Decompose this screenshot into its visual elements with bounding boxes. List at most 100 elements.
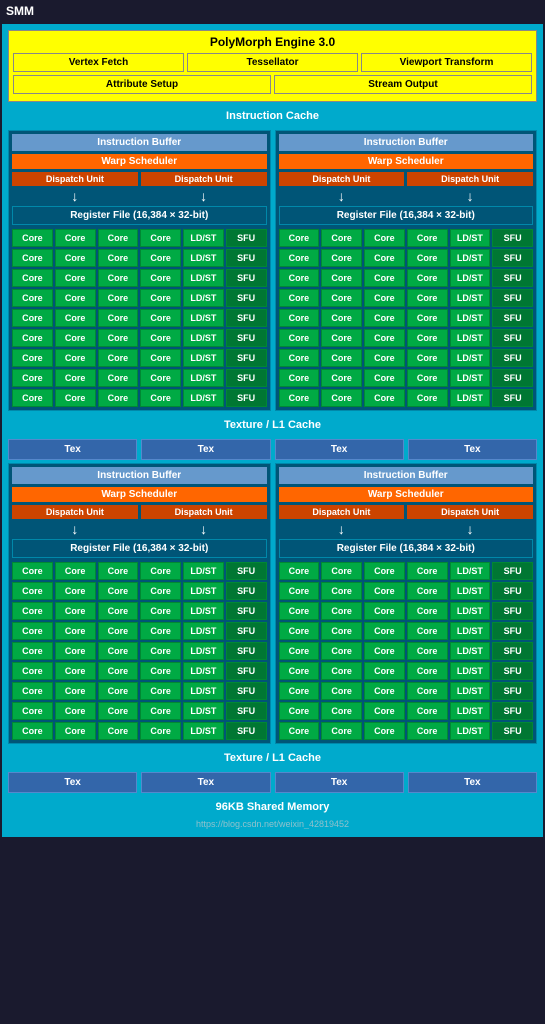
- list-item: LD/ST: [450, 349, 491, 367]
- list-item: Core: [12, 389, 53, 407]
- list-item: LD/ST: [183, 602, 224, 620]
- list-item: Core: [55, 722, 96, 740]
- list-item: LD/ST: [183, 369, 224, 387]
- list-item: Core: [364, 702, 405, 720]
- tex-box-5: Tex: [8, 772, 137, 793]
- list-item: SFU: [492, 369, 533, 387]
- list-item: Core: [98, 329, 139, 347]
- list-item: Core: [98, 582, 139, 600]
- list-item: Core: [55, 622, 96, 640]
- dispatch-unit-right-1: Dispatch Unit: [279, 172, 405, 186]
- watermark: https://blog.csdn.net/weixin_42819452: [8, 817, 537, 831]
- dispatch-unit-br-2: Dispatch Unit: [407, 505, 533, 519]
- list-item: LD/ST: [183, 682, 224, 700]
- instruction-buffer-bottom-right: Instruction Buffer: [279, 467, 534, 484]
- list-item: Core: [98, 642, 139, 660]
- dispatch-row-bottom-right: Dispatch Unit Dispatch Unit: [279, 505, 534, 519]
- list-item: Core: [55, 269, 96, 287]
- list-item: Core: [364, 229, 405, 247]
- list-item: Core: [140, 249, 181, 267]
- viewport-transform-box: Viewport Transform: [361, 53, 532, 72]
- list-item: Core: [364, 582, 405, 600]
- list-item: Core: [98, 562, 139, 580]
- list-item: Core: [407, 249, 448, 267]
- list-item: LD/ST: [183, 622, 224, 640]
- list-item: LD/ST: [450, 369, 491, 387]
- list-item: Core: [98, 369, 139, 387]
- list-item: Core: [321, 249, 362, 267]
- list-item: LD/ST: [183, 722, 224, 740]
- list-item: Core: [279, 269, 320, 287]
- list-item: Core: [321, 622, 362, 640]
- list-item: LD/ST: [183, 662, 224, 680]
- arrow-right-1: ↓: [279, 188, 405, 204]
- list-item: SFU: [492, 309, 533, 327]
- list-item: LD/ST: [450, 329, 491, 347]
- list-item: Core: [12, 582, 53, 600]
- list-item: LD/ST: [183, 389, 224, 407]
- list-item: SFU: [226, 722, 267, 740]
- stream-output-box: Stream Output: [274, 75, 532, 94]
- list-item: Core: [98, 602, 139, 620]
- list-item: SFU: [492, 582, 533, 600]
- list-item: Core: [140, 622, 181, 640]
- list-item: Core: [321, 229, 362, 247]
- list-item: Core: [12, 622, 53, 640]
- list-item: Core: [98, 249, 139, 267]
- list-item: Core: [407, 562, 448, 580]
- list-item: Core: [12, 602, 53, 620]
- arrow-br-2: ↓: [407, 521, 533, 537]
- instruction-buffer-left: Instruction Buffer: [12, 134, 267, 151]
- dispatch-unit-left-1: Dispatch Unit: [12, 172, 138, 186]
- list-item: Core: [140, 229, 181, 247]
- list-item: Core: [279, 622, 320, 640]
- list-item: Core: [98, 389, 139, 407]
- list-item: SFU: [226, 582, 267, 600]
- list-item: SFU: [226, 349, 267, 367]
- list-item: Core: [140, 269, 181, 287]
- outer-container: PolyMorph Engine 3.0 Vertex Fetch Tessel…: [2, 24, 543, 837]
- core-grid-bottom-right: CoreCoreCoreCoreLD/STSFU CoreCoreCoreCor…: [279, 562, 534, 740]
- list-item: Core: [98, 229, 139, 247]
- list-item: Core: [321, 722, 362, 740]
- list-item: SFU: [492, 229, 533, 247]
- list-item: Core: [364, 269, 405, 287]
- vertex-fetch-box: Vertex Fetch: [13, 53, 184, 72]
- list-item: Core: [12, 662, 53, 680]
- list-item: LD/ST: [183, 289, 224, 307]
- list-item: LD/ST: [450, 389, 491, 407]
- list-item: Core: [407, 369, 448, 387]
- list-item: SFU: [492, 602, 533, 620]
- list-item: Core: [407, 289, 448, 307]
- list-item: Core: [321, 369, 362, 387]
- list-item: Core: [279, 309, 320, 327]
- texture-cache-bar-top: Texture / L1 Cache: [8, 415, 537, 435]
- arrow-left-1: ↓: [12, 188, 138, 204]
- list-item: SFU: [226, 249, 267, 267]
- list-item: Core: [407, 642, 448, 660]
- list-item: SFU: [492, 562, 533, 580]
- list-item: LD/ST: [450, 249, 491, 267]
- list-item: Core: [364, 349, 405, 367]
- list-item: Core: [279, 682, 320, 700]
- list-item: LD/ST: [450, 662, 491, 680]
- list-item: Core: [279, 229, 320, 247]
- arrow-bl-1: ↓: [12, 521, 138, 537]
- arrow-right-2: ↓: [407, 188, 533, 204]
- list-item: Core: [321, 562, 362, 580]
- list-item: Core: [364, 682, 405, 700]
- list-item: Core: [279, 702, 320, 720]
- list-item: Core: [407, 622, 448, 640]
- list-item: Core: [55, 289, 96, 307]
- list-item: SFU: [226, 702, 267, 720]
- arrow-row-right: ↓ ↓: [279, 188, 534, 204]
- list-item: Core: [12, 642, 53, 660]
- list-item: Core: [55, 682, 96, 700]
- list-item: LD/ST: [450, 309, 491, 327]
- list-item: LD/ST: [183, 562, 224, 580]
- list-item: SFU: [226, 622, 267, 640]
- list-item: SFU: [226, 602, 267, 620]
- list-item: Core: [55, 349, 96, 367]
- list-item: Core: [55, 229, 96, 247]
- tex-box-6: Tex: [141, 772, 270, 793]
